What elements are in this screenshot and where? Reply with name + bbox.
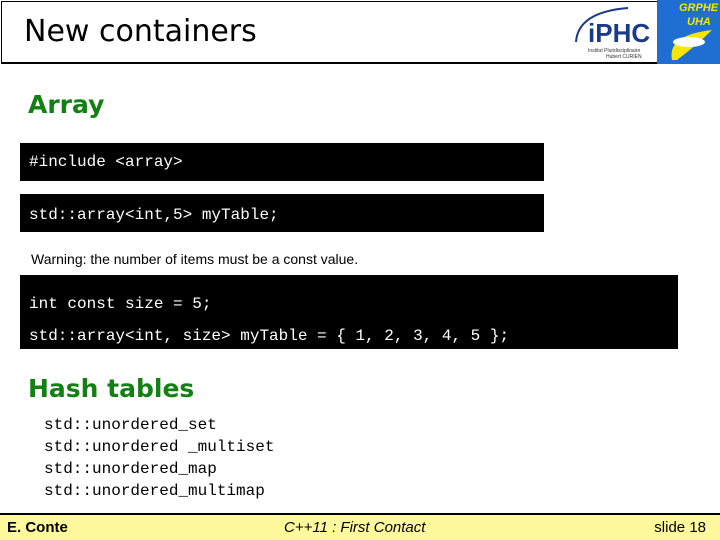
svg-text:UHA: UHA	[687, 16, 711, 28]
code-include: #include <array>	[20, 143, 544, 181]
svg-text:Hubert CURIEN: Hubert CURIEN	[606, 54, 642, 60]
svg-text:GRPHE: GRPHE	[679, 2, 719, 14]
footer-author: E. Conte	[7, 519, 68, 536]
array-heading: Array	[28, 90, 105, 119]
list-item: std::unordered _multiset	[44, 438, 275, 456]
list-item: std::unordered_set	[44, 416, 217, 434]
warning-text: Warning: the number of items must be a c…	[31, 251, 359, 267]
code-const-size: int const size = 5; std::array<int, size…	[20, 275, 678, 349]
svg-text:iPHC: iPHC	[588, 18, 650, 48]
hash-heading: Hash tables	[28, 374, 195, 403]
code-declaration: std::array<int,5> myTable;	[20, 194, 544, 232]
code-line: std::array<int, size> myTable = { 1, 2, …	[29, 327, 510, 345]
slide-number: slide 18	[654, 519, 706, 536]
slide-title: New containers	[24, 14, 257, 49]
code-line: int const size = 5;	[29, 295, 212, 313]
grphe-logo: GRPHE UHA	[657, 0, 720, 64]
iphc-logo: iPHC Institut Pluridisciplinaire Hubert …	[575, 7, 650, 60]
footer-title: C++11 : First Contact	[284, 519, 426, 536]
hash-list: std::unordered_set std::unordered _multi…	[44, 414, 274, 502]
list-item: std::unordered_multimap	[44, 482, 265, 500]
list-item: std::unordered_map	[44, 460, 217, 478]
footer: E. Conte C++11 : First Contact slide 18	[0, 513, 720, 540]
